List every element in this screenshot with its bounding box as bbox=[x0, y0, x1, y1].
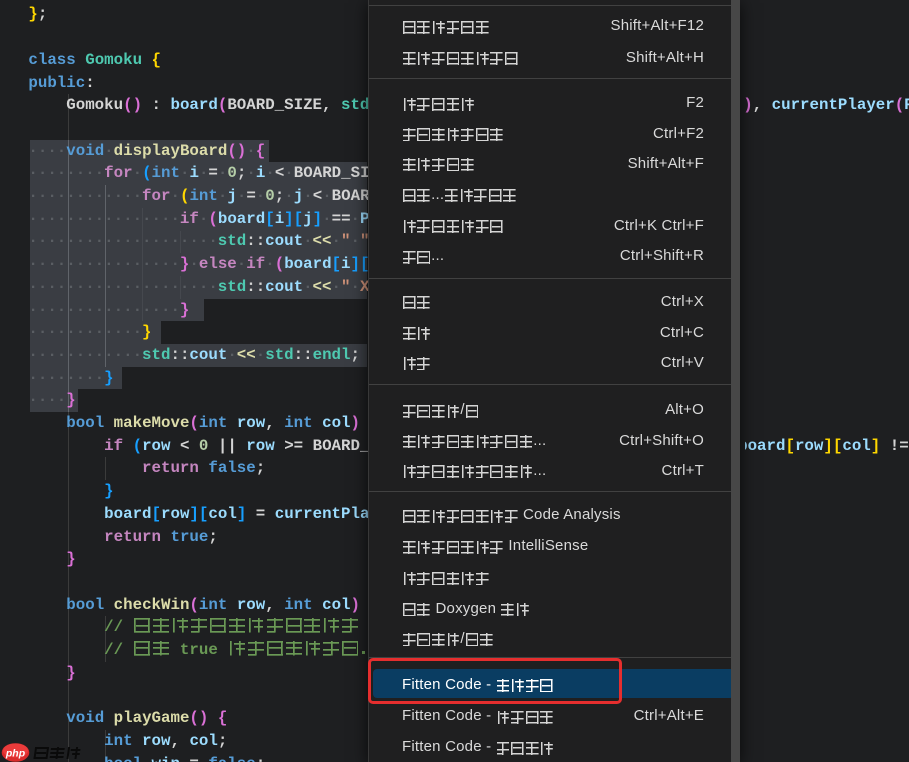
svg-text:php: php bbox=[5, 747, 26, 759]
